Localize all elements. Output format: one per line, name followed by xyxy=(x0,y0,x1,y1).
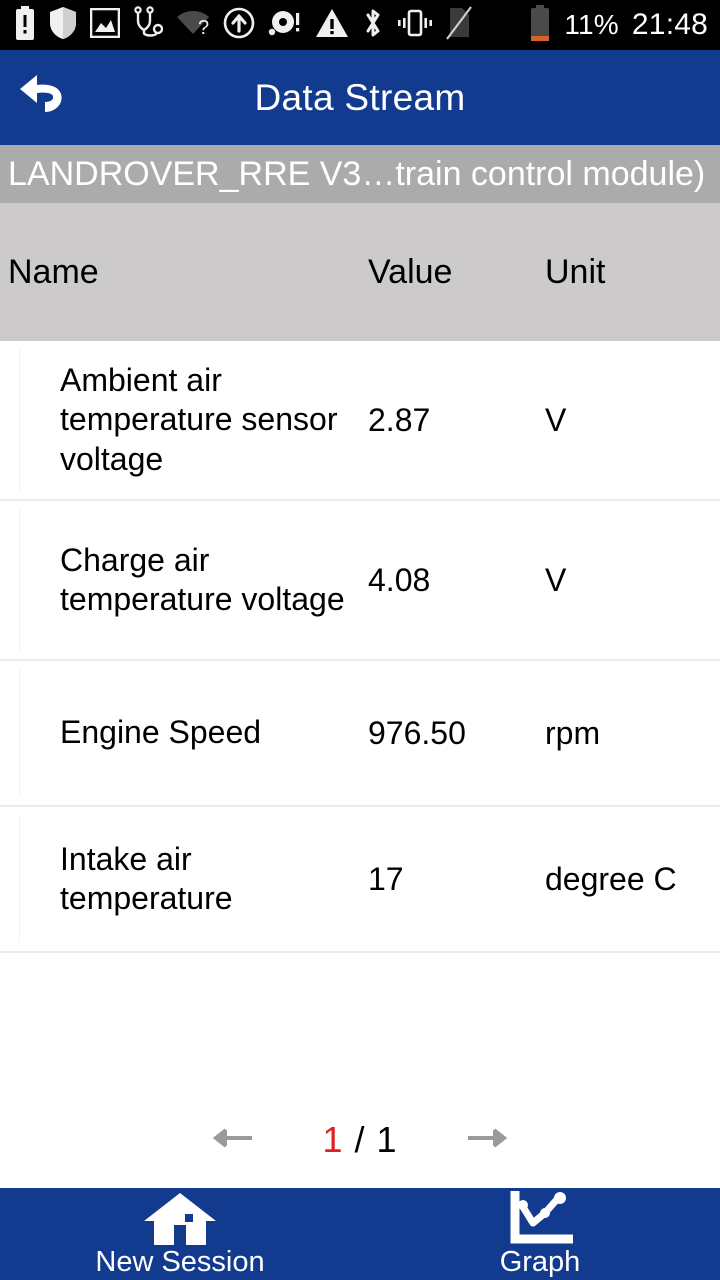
row-value: 976.50 xyxy=(368,714,466,751)
page-title: Data Stream xyxy=(254,76,466,118)
table-row[interactable]: Intake air temperature 17 degree C xyxy=(0,807,720,953)
app-root: ? 11% 21:48 Data Stream LANDROVER_RRE V3… xyxy=(0,0,720,1280)
arrow-right-icon xyxy=(466,1126,510,1155)
row-accent-line xyxy=(19,509,20,651)
no-sim-icon xyxy=(446,5,472,45)
home-icon xyxy=(142,1192,218,1246)
column-header-unit: Unit xyxy=(545,252,606,291)
system-status-bar: ? 11% 21:48 xyxy=(0,0,720,50)
clock-label: 21:48 xyxy=(631,8,708,41)
current-page-number: 1 xyxy=(322,1119,344,1160)
arrow-left-icon xyxy=(210,1126,254,1155)
svg-text:?: ? xyxy=(198,17,209,38)
shield-icon xyxy=(49,6,77,45)
battery-alert-icon xyxy=(14,5,36,45)
pagination-bar: 1 / 1 xyxy=(0,1092,720,1188)
row-name: Ambient air temperature sensor voltage xyxy=(60,362,338,477)
vibrate-icon xyxy=(397,7,433,44)
row-unit: V xyxy=(545,401,567,438)
data-stream-list: Ambient air temperature sensor voltage 2… xyxy=(0,341,720,1092)
table-row[interactable]: Charge air temperature voltage 4.08 V xyxy=(0,501,720,661)
column-header-name: Name xyxy=(8,252,99,291)
table-row[interactable]: Ambient air temperature sensor voltage 2… xyxy=(0,341,720,501)
column-header-value: Value xyxy=(368,252,453,291)
row-value: 4.08 xyxy=(368,561,431,598)
row-value: 2.87 xyxy=(368,401,431,438)
status-icon-group: ? xyxy=(14,5,529,45)
battery-percent-label: 11% xyxy=(564,9,619,40)
stethoscope-icon xyxy=(133,5,164,45)
nav-item-graph[interactable]: Graph xyxy=(360,1188,720,1280)
nav-label-new-session: New Session xyxy=(95,1246,265,1278)
status-right-group: 11% 21:48 xyxy=(529,4,708,46)
next-page-button[interactable] xyxy=(440,1126,536,1155)
row-name: Charge air temperature voltage xyxy=(60,541,345,617)
nav-item-new-session[interactable]: New Session xyxy=(0,1188,360,1280)
row-value: 17 xyxy=(368,860,404,897)
wifi-unknown-icon: ? xyxy=(176,8,210,43)
back-arrow-icon xyxy=(17,69,75,126)
row-accent-line xyxy=(19,349,20,491)
page-separator: / xyxy=(354,1119,366,1160)
arrow-up-circle-icon xyxy=(223,7,255,44)
row-name: Engine Speed xyxy=(60,714,262,751)
row-unit: V xyxy=(545,561,567,598)
total-page-number: 1 xyxy=(376,1119,398,1160)
row-unit: degree C xyxy=(545,860,677,897)
module-subtitle-bar: LANDROVER_RRE V3…train control module) xyxy=(0,145,720,203)
bluetooth-icon xyxy=(362,6,384,45)
previous-page-button[interactable] xyxy=(184,1126,280,1155)
row-name: Intake air temperature xyxy=(60,840,233,916)
row-accent-line xyxy=(19,815,20,943)
page-indicator: 1 / 1 xyxy=(280,1119,440,1161)
image-icon xyxy=(89,7,121,43)
warning-triangle-icon xyxy=(315,8,349,43)
disc-alert-icon xyxy=(268,7,302,44)
row-accent-line xyxy=(19,669,20,797)
table-row[interactable]: Engine Speed 976.50 rpm xyxy=(0,661,720,807)
line-chart-icon xyxy=(507,1191,573,1246)
back-button[interactable] xyxy=(0,50,92,145)
nav-label-graph: Graph xyxy=(499,1246,581,1278)
bottom-navigation-bar: New Session Graph xyxy=(0,1188,720,1280)
battery-low-icon xyxy=(529,4,551,46)
app-header-bar: Data Stream xyxy=(0,50,720,145)
row-unit: rpm xyxy=(545,714,601,751)
table-header-row: Name Value Unit xyxy=(0,203,720,341)
